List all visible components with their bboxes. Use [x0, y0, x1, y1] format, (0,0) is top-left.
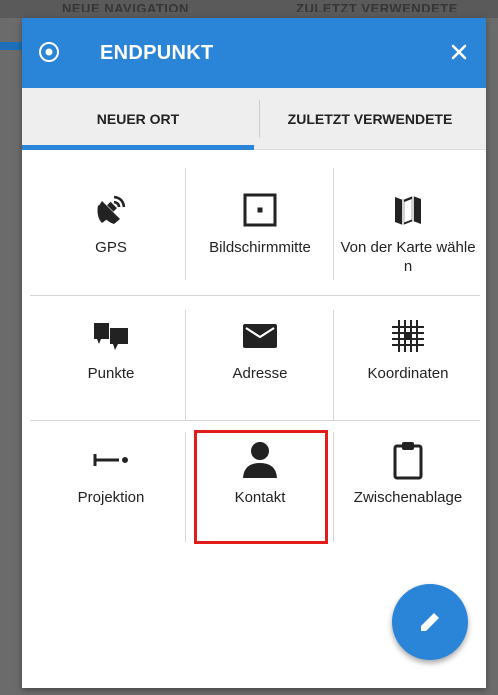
- option-label: Koordinaten: [367, 365, 449, 382]
- option-label: Bildschirmmitte: [209, 239, 311, 256]
- envelope-icon: [243, 324, 277, 348]
- points-icon: [94, 323, 128, 350]
- endpoint-dialog: ENDPUNKT NEUER ORT ZULETZT VERWENDETE GP…: [22, 18, 486, 688]
- background-tab-indicator: [0, 42, 22, 50]
- tab-new-place[interactable]: NEUER ORT: [22, 88, 254, 150]
- clipboard-icon: [393, 442, 423, 480]
- option-gps[interactable]: GPS: [37, 174, 185, 298]
- tab-label: ZULETZT VERWENDETE: [287, 110, 453, 127]
- pencil-icon: [421, 610, 442, 631]
- option-label: Adresse: [232, 365, 288, 382]
- tab-label: NEUER ORT: [96, 110, 180, 127]
- address-highlight-box: [194, 430, 328, 544]
- target-icon: [39, 42, 59, 62]
- grid-coordinates-icon: [392, 320, 424, 352]
- option-address[interactable]: Adresse: [186, 300, 334, 424]
- projection-icon: [93, 454, 128, 466]
- option-label: Projektion: [77, 489, 145, 506]
- option-clipboard[interactable]: Zwischenablage: [334, 424, 482, 548]
- edit-fab-button[interactable]: [392, 584, 468, 660]
- option-points[interactable]: Punkte: [37, 300, 185, 424]
- dialog-title: ENDPUNKT: [100, 42, 214, 64]
- option-projection[interactable]: Projektion: [37, 424, 185, 548]
- option-label: Punkte: [87, 365, 135, 382]
- option-label: GPS: [95, 239, 127, 256]
- map-icon: [395, 196, 421, 225]
- tab-recently-used[interactable]: ZULETZT VERWENDETE: [254, 88, 486, 149]
- option-coordinates[interactable]: Koordinaten: [334, 300, 482, 424]
- tab-bar: NEUER ORT ZULETZT VERWENDETE: [22, 88, 486, 150]
- option-label: Von der Karte wählen: [340, 239, 476, 275]
- background-tab-label: NEUE NAVIGATION: [62, 2, 189, 12]
- background-tab-label: ZULETZT VERWENDETE: [296, 2, 458, 12]
- screen-center-icon: [243, 193, 277, 227]
- close-icon[interactable]: [446, 39, 472, 65]
- option-screen-center[interactable]: Bildschirmmitte: [186, 174, 334, 298]
- gps-satellite-icon: [97, 195, 126, 224]
- option-label: Zwischenablage: [353, 489, 463, 506]
- background-app-bar: NEUE NAVIGATION ZULETZT VERWENDETE: [0, 0, 498, 18]
- dialog-header: ENDPUNKT: [22, 18, 486, 88]
- option-pick-from-map[interactable]: Von der Karte wählen: [334, 174, 482, 298]
